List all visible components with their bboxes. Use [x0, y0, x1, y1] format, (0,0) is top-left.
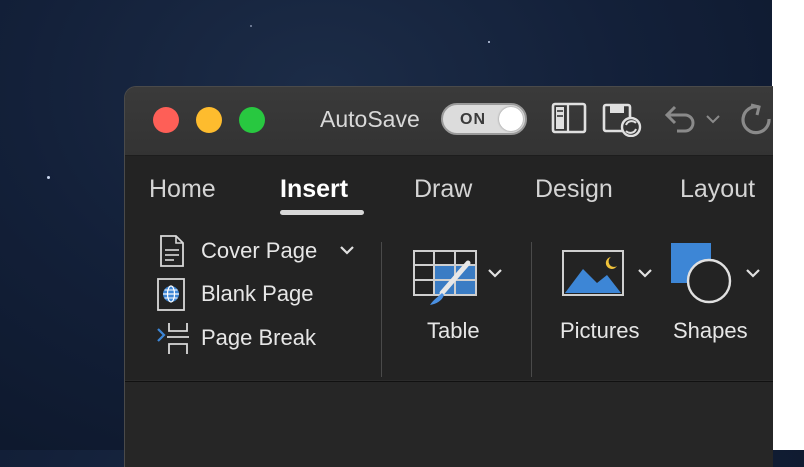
close-window-button[interactable] [153, 107, 179, 133]
redo-icon[interactable] [737, 101, 773, 137]
cover-page-icon [160, 235, 184, 267]
autosave-label: AutoSave [320, 106, 420, 132]
autosave-toggle-text: ON [460, 111, 486, 128]
page-break-button[interactable]: Page Break [155, 321, 345, 355]
sidebar-panel-icon[interactable] [551, 101, 587, 135]
autosave-toggle[interactable]: ON [441, 103, 527, 135]
tab-layout[interactable]: Layout [680, 174, 755, 204]
tab-design[interactable]: Design [535, 174, 613, 204]
pictures-label[interactable]: Pictures [560, 317, 639, 345]
pictures-icon[interactable] [561, 249, 625, 297]
star [250, 25, 252, 27]
active-tab-indicator [280, 210, 364, 215]
group-divider [531, 242, 532, 377]
blank-page-label: Blank Page [201, 281, 314, 306]
blank-page-button[interactable]: Blank Page [155, 277, 345, 311]
maximize-window-button[interactable] [239, 107, 265, 133]
word-window: AutoSave ON Home Insert Draw Design Layo… [124, 86, 773, 467]
chevron-down-icon[interactable] [339, 244, 355, 256]
tab-home[interactable]: Home [149, 174, 216, 204]
page-break-label: Page Break [201, 325, 316, 350]
blank-page-icon [157, 278, 185, 311]
chevron-down-icon[interactable] [705, 113, 721, 125]
shapes-label[interactable]: Shapes [673, 317, 748, 345]
document-area[interactable] [125, 381, 773, 467]
chevron-down-icon[interactable] [745, 267, 761, 279]
group-divider [381, 242, 382, 377]
undo-icon[interactable] [659, 101, 699, 137]
star [488, 41, 490, 43]
screen-edge [772, 0, 804, 450]
page-break-icon [157, 323, 189, 354]
table-label[interactable]: Table [427, 317, 480, 345]
chevron-down-icon[interactable] [487, 267, 503, 279]
cover-page-button[interactable]: Cover Page [155, 234, 365, 268]
save-sync-icon[interactable] [601, 101, 643, 137]
table-icon[interactable] [412, 249, 478, 307]
title-bar: AutoSave ON [125, 87, 773, 156]
tab-insert[interactable]: Insert [280, 174, 348, 204]
cover-page-label: Cover Page [201, 238, 318, 263]
minimize-window-button[interactable] [196, 107, 222, 133]
shapes-icon[interactable] [669, 241, 733, 305]
toggle-knob [499, 107, 523, 131]
chevron-down-icon[interactable] [637, 267, 653, 279]
star [47, 176, 50, 179]
tab-draw[interactable]: Draw [414, 174, 472, 204]
